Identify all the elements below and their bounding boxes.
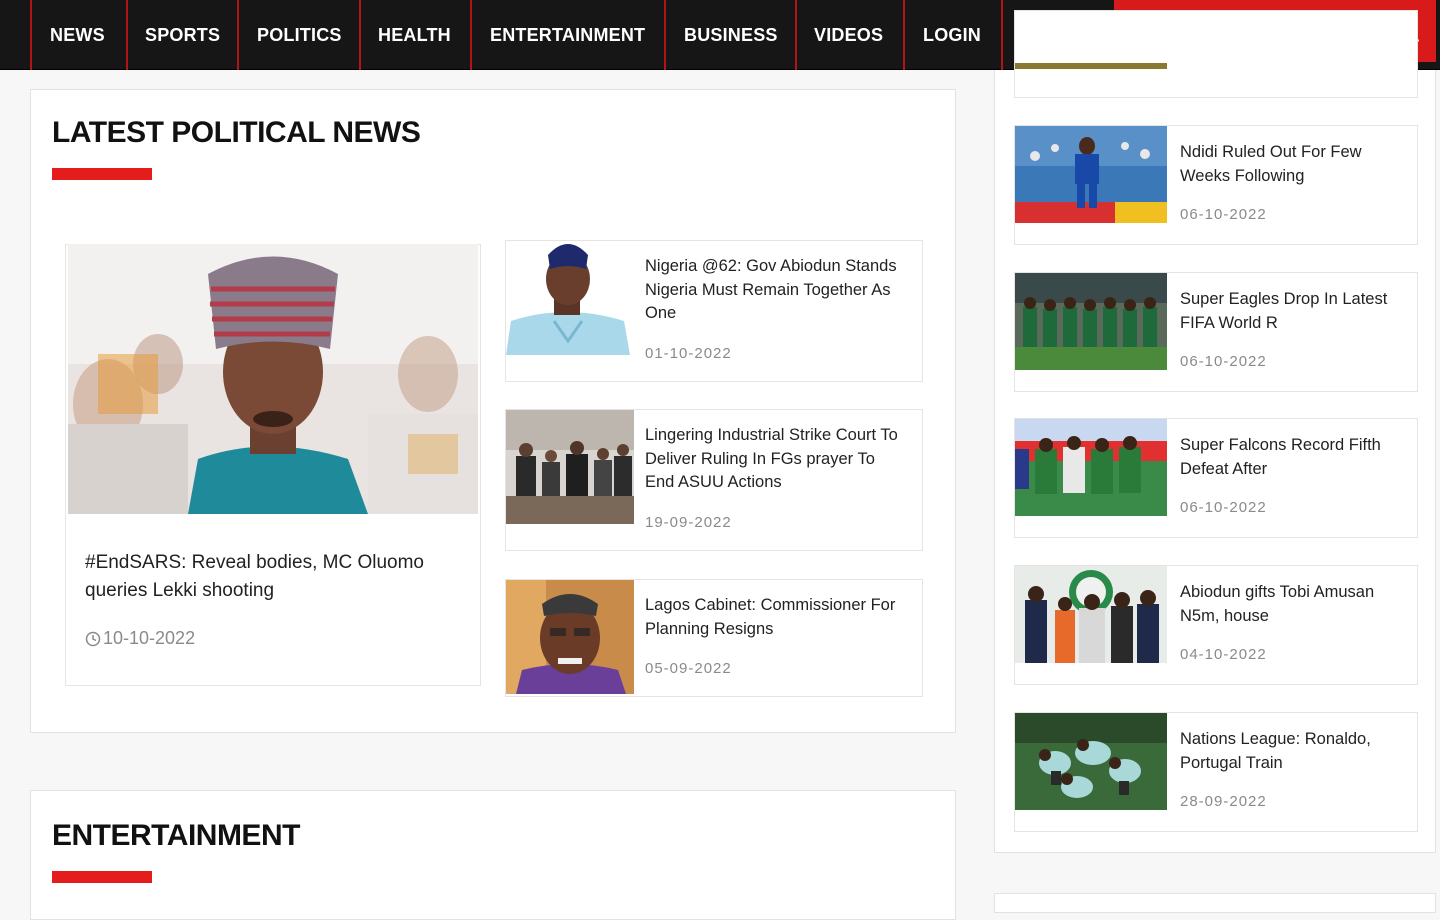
featured-story-title[interactable]: #EndSARS: Reveal bodies, MC Oluomo queri… <box>85 549 465 605</box>
nav-item-health[interactable]: HEALTH <box>359 0 470 70</box>
nav-item-business[interactable]: BUSINESS <box>664 0 795 70</box>
political-story-3-date: 05-09-2022 <box>645 660 732 677</box>
section-title-underline <box>52 168 152 180</box>
nav-item-login[interactable]: LOGIN <box>903 0 1003 70</box>
sidebar-card-partial[interactable] <box>1014 10 1418 98</box>
sidebar-card-4-image[interactable] <box>1015 566 1167 663</box>
sidebar-card-2[interactable]: Super Eagles Drop In Latest FIFA World R… <box>1014 272 1418 392</box>
political-story-2[interactable]: Lingering Industrial Strike Court To Del… <box>505 409 923 551</box>
sidebar-next-panel <box>994 893 1436 913</box>
sidebar-card-2-title[interactable]: Super Eagles Drop In Latest FIFA World R <box>1180 287 1405 335</box>
sidebar-card-5-title[interactable]: Nations League: Ronaldo, Portugal Train <box>1180 727 1405 775</box>
sidebar-card-1-image[interactable] <box>1015 126 1167 223</box>
nav-item-news[interactable]: NEWS <box>30 0 126 70</box>
sidebar-card-1-title[interactable]: Ndidi Ruled Out For Few Weeks Following <box>1180 140 1405 188</box>
sidebar-card-5-date: 28-09-2022 <box>1180 793 1267 810</box>
sidebar-card-partial-image[interactable] <box>1015 63 1167 69</box>
sidebar-card-5[interactable]: Nations League: Ronaldo, Portugal Train … <box>1014 712 1418 832</box>
sidebar-card-4-date: 04-10-2022 <box>1180 646 1267 663</box>
sidebar-card-4[interactable]: Abiodun gifts Tobi Amusan N5m, house 04-… <box>1014 565 1418 685</box>
political-story-1-image[interactable] <box>506 241 634 355</box>
political-story-3-title[interactable]: Lagos Cabinet: Commissioner For Planning… <box>645 594 907 641</box>
featured-story[interactable]: #EndSARS: Reveal bodies, MC Oluomo queri… <box>65 244 481 686</box>
sidebar-card-1[interactable]: Ndidi Ruled Out For Few Weeks Following … <box>1014 125 1418 245</box>
sidebar-card-5-image[interactable] <box>1015 713 1167 810</box>
sidebar-news: Ndidi Ruled Out For Few Weeks Following … <box>994 10 1436 853</box>
sidebar-card-3-date: 06-10-2022 <box>1180 499 1267 516</box>
sidebar-card-1-date: 06-10-2022 <box>1180 206 1267 223</box>
political-story-2-date: 19-09-2022 <box>645 514 732 531</box>
nav-item-videos[interactable]: VIDEOS <box>795 0 903 70</box>
nav-menu: NEWS SPORTS POLITICS HEALTH ENTERTAINMEN… <box>30 0 1003 70</box>
nav-item-sports[interactable]: SPORTS <box>126 0 237 70</box>
sidebar-card-2-image[interactable] <box>1015 273 1167 370</box>
political-story-2-image[interactable] <box>506 410 634 524</box>
featured-story-date-text: 10-10-2022 <box>103 628 196 648</box>
political-story-1[interactable]: Nigeria @62: Gov Abiodun Stands Nigeria … <box>505 240 923 382</box>
political-news-section: LATEST POLITICAL NEWS #EndSARS: Reveal b… <box>30 89 956 733</box>
sidebar-card-2-date: 06-10-2022 <box>1180 353 1267 370</box>
entertainment-section: ENTERTAINMENT <box>30 790 956 920</box>
nav-item-politics[interactable]: POLITICS <box>237 0 359 70</box>
political-story-1-title[interactable]: Nigeria @62: Gov Abiodun Stands Nigeria … <box>645 255 907 326</box>
political-story-3[interactable]: Lagos Cabinet: Commissioner For Planning… <box>505 579 923 697</box>
nav-item-entertainment[interactable]: ENTERTAINMENT <box>470 0 664 70</box>
featured-story-image[interactable] <box>68 244 478 514</box>
sidebar-card-3-image[interactable] <box>1015 419 1167 516</box>
political-story-2-title[interactable]: Lingering Industrial Strike Court To Del… <box>645 424 907 495</box>
section-title-underline <box>52 871 152 883</box>
clock-icon <box>85 631 101 646</box>
sidebar-card-4-title[interactable]: Abiodun gifts Tobi Amusan N5m, house <box>1180 580 1405 628</box>
featured-story-date: 10-10-2022 <box>85 628 195 649</box>
section-title-political: LATEST POLITICAL NEWS <box>52 116 421 149</box>
section-title-entertainment: ENTERTAINMENT <box>52 819 300 852</box>
sidebar-card-3[interactable]: Super Falcons Record Fifth Defeat After … <box>1014 418 1418 538</box>
political-story-1-date: 01-10-2022 <box>645 345 732 362</box>
sidebar-card-3-title[interactable]: Super Falcons Record Fifth Defeat After <box>1180 433 1405 481</box>
political-story-3-image[interactable] <box>506 580 634 694</box>
